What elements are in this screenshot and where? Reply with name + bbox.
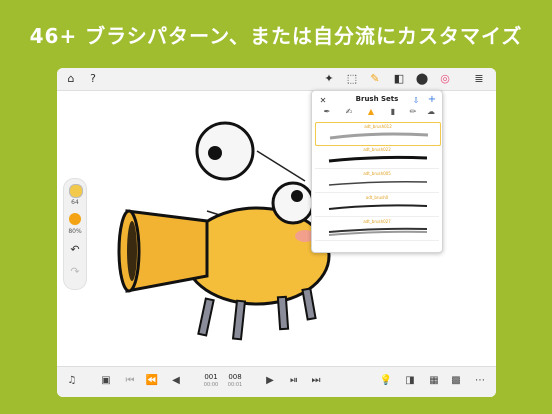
lightbulb-icon[interactable]: 💡 [379,375,393,386]
onion-skin-icon[interactable]: ▣ [99,375,113,386]
help-icon[interactable]: ? [85,72,101,86]
first-frame-icon[interactable]: ⏮ [123,375,137,386]
animation-toolbar: ♫ ▣ ⏮ ⏪ ◀ 001 00:00 008 00:01 ▶ ⏯ ⏭ 💡 ◨ … [57,366,496,397]
last-frame-icon[interactable]: ⏭ [309,375,323,386]
total-frame-counter: 008 00:01 [225,373,245,389]
fill-icon[interactable]: ⬤ [414,72,430,86]
frames-grid-icon[interactable]: ▩ [449,375,463,386]
redo-icon[interactable]: ↷ [64,265,86,278]
rewind-icon[interactable]: ⏪ [145,375,159,386]
brush-category-tabs: ✒ ✍ ▲ ▮ ✏ ☁ [312,107,442,119]
home-icon[interactable]: ⌂ [63,72,79,86]
headline: 46+ ブラシパターン、または自分流にカスタマイズ [29,24,523,48]
fill-tab-icon[interactable]: ▮ [386,107,400,116]
reference-icon[interactable]: ◨ [403,375,417,386]
brush-settings-panel: 64 80% ↶ ↷ [63,178,87,290]
play-icon[interactable]: ⏯ [287,375,301,386]
app-window: ⌂ ? ✦ ⬚ ✎ ◧ ⬤ ◎ ≣ 64 80% ↶ ↷ Brush Sets … [57,68,496,397]
brush-item[interactable]: adt_brush005 [315,170,439,193]
pen-tab-icon[interactable]: ✒ [320,107,334,116]
opacity-control[interactable] [69,213,81,225]
brush-item[interactable]: adt_brush012 [315,122,441,146]
add-brush-icon[interactable]: + [424,93,440,107]
brush-size-control[interactable] [69,184,83,198]
brush-item[interactable]: adt_brush0 [315,194,439,217]
total-time: 00:01 [227,382,243,388]
brush-item[interactable]: adt_brush022 [315,146,439,169]
current-time: 00:00 [203,382,219,388]
total-frames: 008 [228,373,242,381]
next-frame-icon[interactable]: ▶ [263,375,277,386]
pencil-tab-icon[interactable]: ✏ [406,107,420,116]
previous-frame-icon[interactable]: ◀ [169,375,183,386]
top-toolbar: ⌂ ? ✦ ⬚ ✎ ◧ ⬤ ◎ ≣ [57,68,496,91]
ink-tab-icon[interactable]: ✍ [342,107,356,116]
transform-icon[interactable]: ⬚ [344,72,360,86]
shape-icon[interactable]: ✦ [321,72,337,86]
brush-sets-popover: Brush Sets ✕ ⇩ + ✒ ✍ ▲ ▮ ✏ ☁ adt_brush01… [311,90,443,253]
brush-item[interactable]: adt_brush027 [315,218,439,241]
marker-tab-icon[interactable]: ▲ [364,107,378,116]
layers-icon[interactable]: ≣ [471,72,487,86]
opacity-label: 80% [68,228,82,235]
music-icon[interactable]: ♫ [65,375,79,386]
smudge-tab-icon[interactable]: ☁ [424,107,438,116]
current-frame: 001 [204,373,218,381]
brush-size-label: 64 [71,199,79,206]
eraser-icon[interactable]: ◧ [391,72,407,86]
current-frame-counter: 001 00:00 [201,373,221,389]
brush-icon[interactable]: ✎ [367,72,383,86]
undo-icon[interactable]: ↶ [64,243,86,256]
color-wheel-icon[interactable]: ◎ [437,72,453,86]
grid-icon[interactable]: ▦ [427,375,441,386]
import-icon[interactable]: ⇩ [408,94,424,108]
close-icon[interactable]: ✕ [315,94,331,108]
more-options-icon[interactable]: ⋯ [473,375,487,386]
